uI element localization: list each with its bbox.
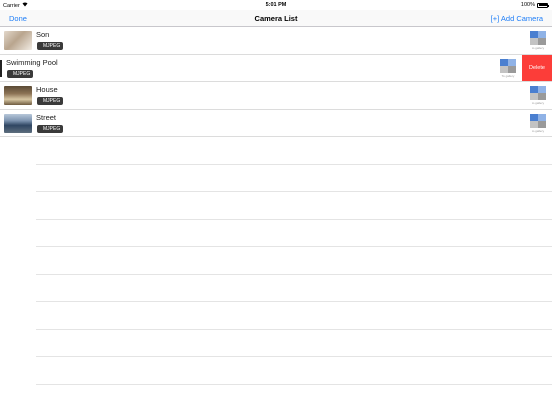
to-gallery-button[interactable]: to gallery — [528, 85, 548, 105]
gallery-label: To gallery — [501, 73, 515, 78]
to-gallery-button[interactable]: to gallery — [528, 30, 548, 50]
camera-name: Son — [36, 30, 50, 39]
gallery-label: to gallery — [531, 128, 545, 133]
navigation-bar: Done Camera List [+] Add Camera — [0, 10, 552, 27]
empty-row — [36, 220, 552, 247]
empty-row — [36, 247, 552, 275]
empty-row — [36, 330, 552, 357]
camera-thumbnail — [4, 86, 32, 105]
battery-indicator: 100% — [520, 2, 549, 8]
camera-row-house[interactable]: House MJPEG to gallery — [0, 82, 552, 110]
camera-thumbnail — [4, 113, 32, 133]
camera-name: Street — [36, 112, 57, 122]
camera-row-son[interactable]: Son MJPEG to gallery — [0, 27, 552, 55]
camera-type-badge: MJPEG — [7, 69, 34, 78]
to-gallery-button[interactable]: to gallery — [528, 113, 548, 133]
empty-row — [36, 165, 552, 192]
delete-button[interactable]: Delete — [522, 54, 552, 82]
gallery-label: to gallery — [531, 101, 545, 105]
camera-name: Swimming Pool — [6, 57, 58, 67]
empty-row — [36, 302, 552, 330]
camera-thumbnail — [4, 31, 32, 50]
battery-icon — [537, 2, 549, 8]
empty-row — [36, 192, 552, 220]
empty-row — [36, 357, 552, 385]
to-gallery-button[interactable]: To gallery — [498, 58, 518, 78]
status-bar: Carrier 5:01 PM 100% — [0, 0, 552, 10]
empty-row — [36, 275, 552, 302]
gallery-icon — [500, 58, 508, 66]
camera-name: House — [36, 85, 58, 94]
camera-type-badge: MJPEG — [37, 124, 64, 133]
camera-type-badge: MJPEG — [37, 42, 64, 50]
status-time: 5:01 PM — [265, 2, 287, 8]
gallery-icon — [530, 86, 538, 93]
camera-type-badge: MJPEG — [37, 97, 64, 105]
gallery-icon — [530, 31, 538, 38]
page-title: Camera List — [254, 14, 298, 23]
gallery-label: to gallery — [531, 46, 545, 50]
empty-row — [36, 137, 552, 165]
camera-list: Son MJPEG to gallery Swimming Pool MJPEG… — [0, 27, 552, 385]
battery-percent: 100% — [520, 2, 535, 8]
camera-row-swimming-pool[interactable]: Swimming Pool MJPEG To gallery Delete — [0, 54, 552, 82]
swiped-row-content: Swimming Pool MJPEG To gallery — [0, 55, 522, 82]
add-camera-button[interactable]: [+] Add Camera — [491, 14, 543, 23]
camera-row-street[interactable]: Street MJPEG to gallery — [0, 110, 552, 137]
gallery-icon — [530, 113, 538, 121]
